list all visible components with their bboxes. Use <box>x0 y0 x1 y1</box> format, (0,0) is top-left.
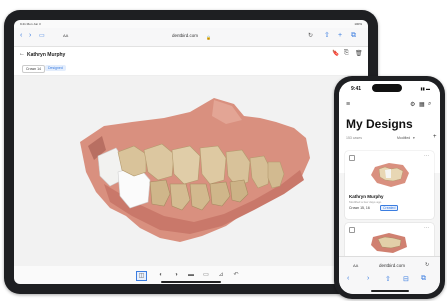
phone-screen: 9:41 ▮▮ ▬ ≡ ⚙ ▦ ⌕ My Designs 153 cases M… <box>339 81 440 294</box>
phone-address-bar[interactable]: dentbird.com <box>379 263 405 268</box>
phone-share-icon[interactable]: ⇧ <box>385 275 391 283</box>
design-card[interactable]: ··· Kathryn Murphy Modified a few days a… <box>345 151 434 219</box>
phone-reader-button[interactable]: AA <box>353 263 358 268</box>
reload-icon[interactable]: ↻ <box>308 31 313 41</box>
rotate-right-icon[interactable]: ◑ <box>171 271 181 280</box>
status-chip: Designed <box>45 65 66 71</box>
rotate-left-icon[interactable]: ◐ <box>156 271 166 280</box>
phone-tabs-icon[interactable]: ⧉ <box>421 275 426 283</box>
sidebar-icon[interactable]: ▭ <box>39 31 45 41</box>
phone-status-time: 9:41 <box>351 86 362 92</box>
measure-icon[interactable]: ⊿ <box>216 271 226 280</box>
design-thumbnail <box>371 233 407 253</box>
reader-mode-button[interactable]: AA <box>63 33 68 38</box>
card-tooth: Crown 15, 16 <box>349 206 370 210</box>
tablet-device: 9:41 Mon Jun 3 100% ‹ › ▭ AA dentbird.co… <box>4 10 378 294</box>
dynamic-island <box>372 84 402 92</box>
phone-battery-icon: ▮▮ ▬ <box>420 86 430 91</box>
tablet-status-bar: 9:41 Mon Jun 3 100% <box>14 20 368 28</box>
browser-forward-icon[interactable]: › <box>29 31 31 41</box>
card-status-badge: Created <box>380 205 399 211</box>
phone-reload-icon[interactable]: ↻ <box>425 262 429 268</box>
sort-dropdown[interactable]: Modified <box>397 136 410 140</box>
settings-icon[interactable]: ⚙ <box>410 101 415 108</box>
bookmark-icon[interactable]: 🔖 <box>332 50 339 57</box>
app-header: ← Kathryn Murphy 🔖 ⎘ 🗑 <box>14 47 368 63</box>
download-icon[interactable]: ⎘ <box>344 50 349 57</box>
tablet-status-time: 9:41 Mon Jun 3 <box>20 22 41 26</box>
card-patient-name: Kathryn Murphy <box>349 194 384 199</box>
tabs-icon[interactable]: ⧉ <box>351 31 356 41</box>
patient-name: Kathryn Murphy <box>27 52 66 58</box>
phone-device: 9:41 ▮▮ ▬ ≡ ⚙ ▦ ⌕ My Designs 153 cases M… <box>334 76 445 299</box>
design-thumbnail <box>371 163 409 187</box>
tablet-status-battery: 100% <box>354 22 362 26</box>
lock-icon: 🔒 <box>206 35 211 40</box>
back-arrow-icon[interactable]: ← <box>19 51 25 57</box>
card-modified: Modified a few days ago <box>349 200 382 204</box>
3d-viewer[interactable] <box>14 76 368 266</box>
home-indicator <box>161 281 221 283</box>
phone-status-bar: 9:41 ▮▮ ▬ <box>339 81 440 95</box>
chevron-down-icon[interactable]: ▾ <box>413 136 415 140</box>
new-tab-plus-icon[interactable]: + <box>338 31 342 41</box>
page-title: My Designs <box>346 117 413 131</box>
case-count: 153 cases <box>346 136 362 140</box>
phone-back-icon[interactable]: ‹ <box>347 275 349 282</box>
tablet-browser-bar: ‹ › ▭ AA dentbird.com 🔒 ↻ ⇧ + ⧉ <box>14 28 368 47</box>
phone-browser-bar: AA dentbird.com ↻ ‹ › ⇧ ⊟ ⧉ <box>339 256 440 294</box>
phone-bookmarks-icon[interactable]: ⊟ <box>403 275 409 283</box>
viewer-toolbar: ◫ ◐ ◑ ▬ ▭ ⊿ ↶ <box>136 271 260 281</box>
address-bar[interactable]: dentbird.com <box>172 33 198 38</box>
browser-back-icon[interactable]: ‹ <box>20 31 22 41</box>
upper-jaw-icon[interactable]: ▬ <box>186 271 196 280</box>
phone-home-indicator <box>371 290 409 292</box>
search-icon[interactable]: ⌕ <box>428 101 431 108</box>
calendar-icon[interactable]: ▦ <box>419 101 425 108</box>
lower-jaw-icon[interactable]: ▭ <box>201 271 211 280</box>
menu-icon[interactable]: ≡ <box>346 101 350 108</box>
phone-forward-icon[interactable]: › <box>367 275 369 282</box>
tablet-screen: 9:41 Mon Jun 3 100% ‹ › ▭ AA dentbird.co… <box>14 20 368 284</box>
tooth-chip: Crown 14 <box>22 65 45 73</box>
trash-icon[interactable]: 🗑 <box>355 50 363 57</box>
undo-icon[interactable]: ↶ <box>231 271 241 280</box>
share-icon[interactable]: ⇧ <box>324 31 330 41</box>
add-design-plus-icon[interactable]: + <box>433 134 437 140</box>
case-chips: Crown 14 Designed <box>14 63 368 76</box>
dental-scan-model[interactable] <box>14 76 368 266</box>
jaw-view-icon[interactable]: ◫ <box>136 271 147 281</box>
